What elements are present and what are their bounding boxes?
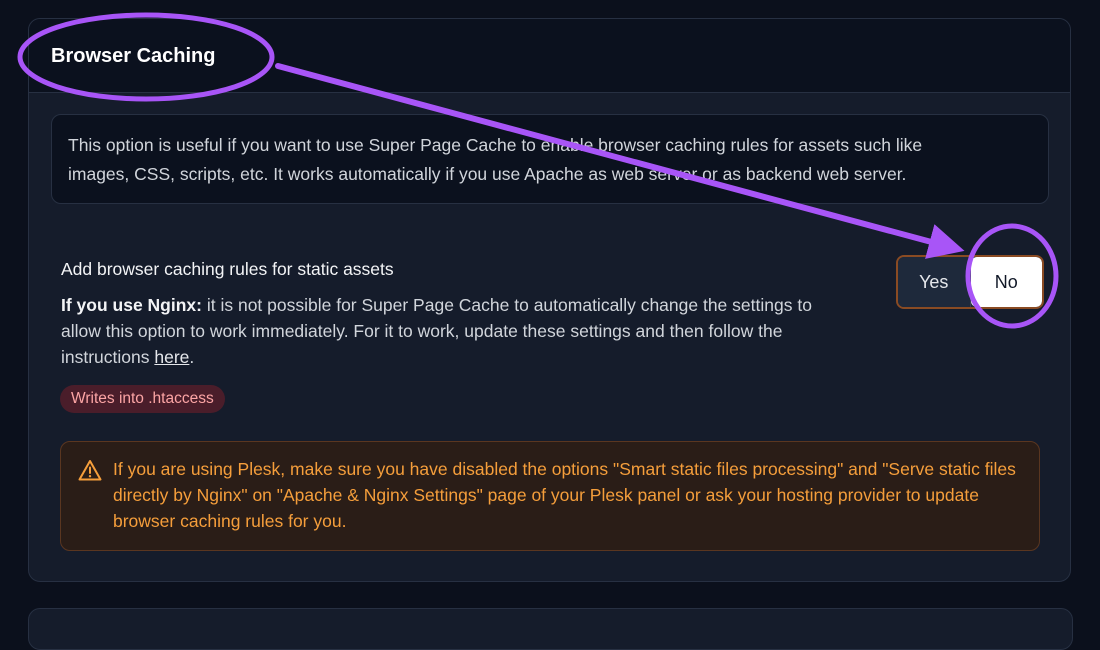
browser-caching-panel: Browser Caching This option is useful if… xyxy=(28,18,1071,582)
next-panel xyxy=(28,608,1073,650)
yes-no-toggle[interactable]: Yes No xyxy=(896,255,1044,309)
panel-header: Browser Caching xyxy=(29,19,1070,93)
setting-title: Add browser caching rules for static ass… xyxy=(61,259,394,279)
instructions-link[interactable]: here xyxy=(154,347,189,367)
description-end: . xyxy=(189,347,195,367)
info-text-line-2: images, CSS, scripts, etc. It works auto… xyxy=(68,164,907,184)
no-button[interactable]: No xyxy=(970,257,1042,307)
panel-title: Browser Caching xyxy=(51,45,216,67)
htaccess-badge: Writes into .htaccess xyxy=(60,385,225,413)
plesk-warning: If you are using Plesk, make sure you ha… xyxy=(60,441,1040,551)
nginx-label: If you use Nginx: xyxy=(61,295,202,315)
info-box: This option is useful if you want to use… xyxy=(51,114,1049,204)
yes-button[interactable]: Yes xyxy=(898,257,971,307)
warning-triangle-icon xyxy=(78,460,102,481)
info-text-line-1: This option is useful if you want to use… xyxy=(68,135,923,155)
warning-text: If you are using Plesk, make sure you ha… xyxy=(113,459,1016,531)
setting-description: If you use Nginx: it is not possible for… xyxy=(61,292,851,370)
